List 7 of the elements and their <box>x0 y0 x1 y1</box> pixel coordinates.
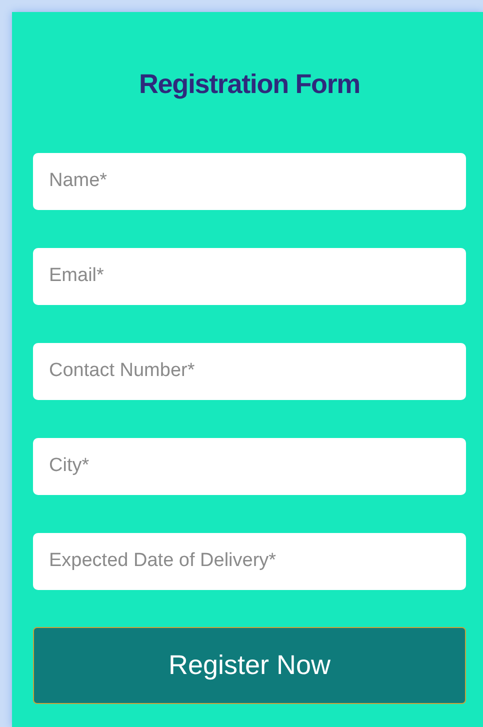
input-field[interactable]: Email* <box>33 248 466 304</box>
input-field[interactable]: Contact Number* <box>33 342 466 400</box>
form-title: Registration Form <box>138 68 360 101</box>
input-field[interactable]: Expected Date of Delivery* <box>33 532 466 590</box>
register-button[interactable]: Register Now <box>33 626 466 704</box>
input-field[interactable]: City* <box>33 438 466 494</box>
input-field[interactable]: Name* <box>33 152 466 210</box>
